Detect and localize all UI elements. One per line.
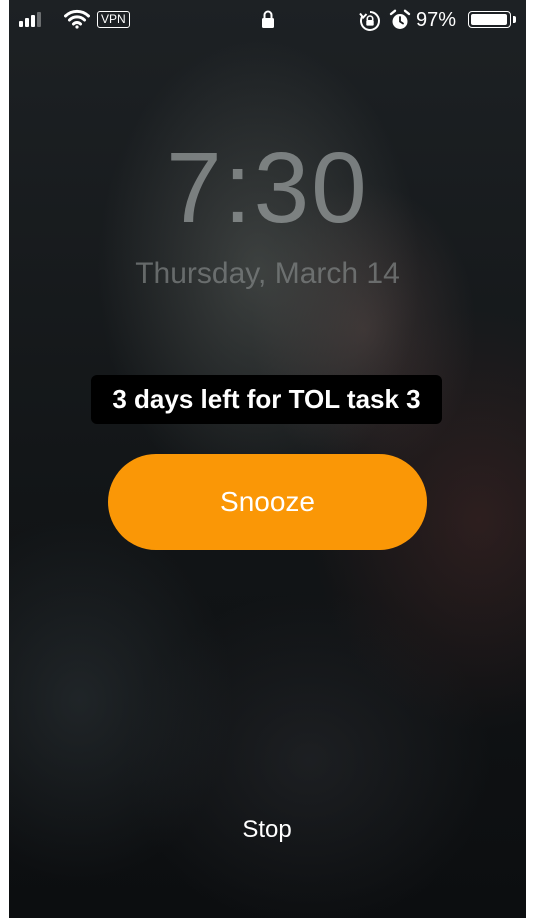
- wifi-icon: [64, 9, 90, 34]
- battery-percentage: 97%: [416, 9, 457, 31]
- battery-tip: [513, 16, 516, 23]
- battery-icon: [468, 11, 511, 28]
- lock-icon: [261, 9, 275, 34]
- status-bar: VPN 97%: [9, 0, 526, 42]
- lock-screen-time: 7:30: [166, 132, 369, 244]
- snooze-button[interactable]: Snooze: [108, 454, 427, 550]
- lock-screen-date: Thursday, March 14: [135, 257, 400, 290]
- signal-icon: [19, 12, 41, 27]
- rotation-lock-icon: [359, 10, 381, 37]
- reminder-banner: 3 days left for TOL task 3: [91, 375, 442, 424]
- phone-screen: VPN 97% 7:30 Thursday, March 14 3 days l…: [9, 0, 526, 918]
- vpn-badge: VPN: [97, 11, 130, 28]
- stop-button[interactable]: Stop: [217, 812, 317, 848]
- battery-level-fill: [471, 14, 507, 25]
- alarm-icon: [389, 9, 411, 36]
